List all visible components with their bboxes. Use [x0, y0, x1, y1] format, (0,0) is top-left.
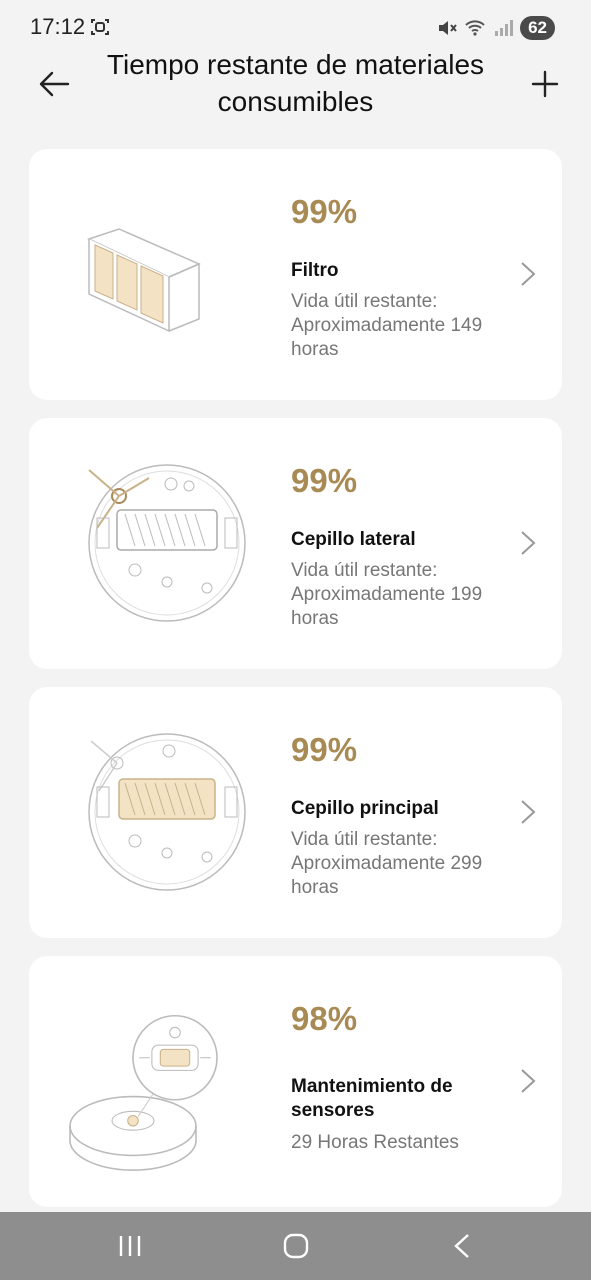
chevron-right-icon	[521, 262, 536, 286]
consumable-description: 29 Horas Restantes	[291, 1132, 459, 1153]
side-brush-icon	[88, 464, 246, 622]
consumable-name: Cepillo lateral	[291, 529, 416, 550]
nav-back-icon	[454, 1234, 469, 1258]
filter-icon	[86, 228, 201, 333]
home-button[interactable]	[272, 1226, 320, 1266]
recents-button[interactable]	[106, 1226, 154, 1266]
consumable-card-main-brush[interactable]: 99% Cepillo principal Vida útil restante…	[29, 687, 562, 938]
consumable-percent: 99%	[291, 193, 358, 230]
wifi-icon	[465, 20, 485, 36]
screenshot-icon	[91, 19, 109, 35]
page-title: Tiempo restante de materiales consumible…	[106, 49, 485, 117]
status-icons: 62	[436, 14, 555, 42]
signal-icon	[495, 20, 514, 36]
consumable-percent: 99%	[291, 731, 358, 768]
status-time: 17:12	[30, 14, 86, 39]
consumable-description: Vida útil restante: Aproximadamente 199 …	[291, 560, 483, 629]
chevron-right-icon	[521, 1069, 536, 1093]
consumable-description: Vida útil restante: Aproximadamente 149 …	[291, 291, 483, 360]
system-nav-bar	[0, 1212, 591, 1280]
consumable-card-side-brush[interactable]: 99% Cepillo lateral Vida útil restante: …	[29, 418, 562, 669]
back-button[interactable]	[34, 64, 74, 104]
main-brush-icon	[88, 733, 246, 891]
consumable-percent: 98%	[291, 1000, 358, 1037]
chevron-right-icon	[521, 531, 536, 555]
consumable-percent: 99%	[291, 462, 358, 499]
chevron-right-icon	[521, 800, 536, 824]
consumable-description: Vida útil restante: Aproximadamente 299 …	[291, 829, 483, 898]
consumable-name: Filtro	[291, 260, 339, 281]
sensor-icon	[69, 1014, 218, 1171]
app-header: Tiempo restante de materiales consumible…	[0, 44, 591, 134]
recents-icon	[119, 1236, 141, 1256]
plus-icon	[531, 70, 559, 98]
consumable-card-filter[interactable]: 99% Filtro Vida útil restante: Aproximad…	[29, 149, 562, 400]
nav-back-button[interactable]	[438, 1226, 486, 1266]
home-icon	[283, 1233, 309, 1259]
consumable-name: Mantenimiento de sensores	[291, 1076, 453, 1121]
add-button[interactable]	[525, 64, 565, 104]
consumable-card-sensors[interactable]: 98% Mantenimiento de sensores 29 Horas R…	[29, 956, 562, 1207]
consumable-name: Cepillo principal	[291, 798, 439, 819]
battery-level: 62	[520, 16, 555, 40]
arrow-left-icon	[39, 71, 70, 97]
mute-icon	[439, 21, 457, 35]
